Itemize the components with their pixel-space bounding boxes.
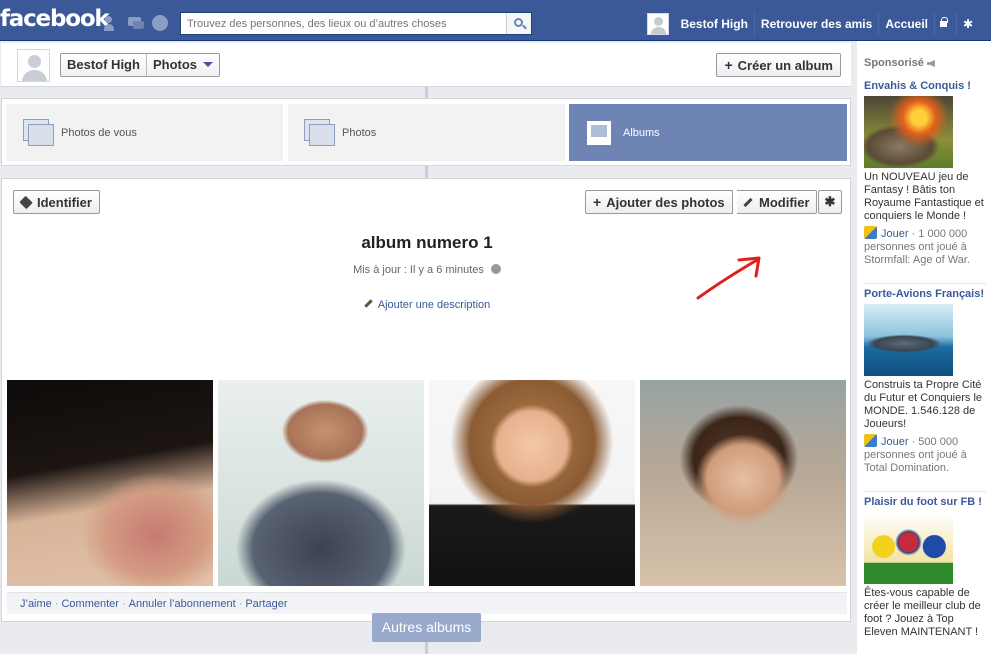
- find-friends-link[interactable]: Retrouver des amis: [755, 12, 880, 36]
- album-photo[interactable]: [218, 380, 424, 586]
- ad-body: Êtes-vous capable de créer le meilleur c…: [864, 587, 981, 638]
- like-link[interactable]: J’aime: [20, 598, 52, 610]
- profile-link[interactable]: Bestof High: [675, 12, 755, 36]
- photos-icon: [304, 118, 335, 147]
- search-button[interactable]: [506, 13, 531, 34]
- ad-title[interactable]: Envahis & Conquis !: [864, 80, 986, 93]
- top-bar: facebook Bestof High Retrouver des amis …: [0, 0, 991, 41]
- tag-photos-button[interactable]: Identifier: [13, 190, 100, 214]
- ad-item[interactable]: Plaisir du foot sur FB ! Êtes-vous capab…: [864, 496, 986, 639]
- main-column: Bestof High Photos + Créer un album Phot…: [0, 41, 852, 654]
- public-audience-icon[interactable]: [490, 264, 501, 274]
- album-icon: [585, 119, 615, 147]
- game-icon: [864, 434, 877, 447]
- photos-header: Bestof High Photos + Créer un album: [1, 43, 851, 87]
- plus-icon: +: [724, 57, 733, 73]
- user-avatar[interactable]: [646, 13, 669, 35]
- ad-body: Un NOUVEAU jeu de Fantasy ! Bâtis ton Ro…: [864, 171, 984, 222]
- home-link[interactable]: Accueil: [879, 12, 935, 36]
- profile-thumbnail[interactable]: [17, 49, 50, 82]
- album-photo[interactable]: [429, 380, 635, 586]
- edit-album-button[interactable]: Modifier: [737, 190, 817, 214]
- album-photo[interactable]: [640, 380, 846, 586]
- ad-title[interactable]: Porte-Avions Français!: [864, 288, 986, 301]
- ad-image[interactable]: [864, 512, 953, 584]
- ad-item[interactable]: Porte-Avions Français! Construis ta Prop…: [864, 288, 986, 475]
- search-box: [180, 12, 532, 35]
- play-link[interactable]: Jouer: [881, 436, 909, 448]
- add-photos-button[interactable]: + Ajouter des photos: [585, 190, 733, 214]
- breadcrumb: Bestof High Photos: [60, 53, 221, 77]
- notifications-icon[interactable]: [152, 15, 168, 31]
- ad-body: Construis ta Propre Cité du Futur et Con…: [864, 379, 983, 430]
- friend-requests-icon[interactable]: [104, 16, 121, 31]
- breadcrumb-section-dropdown[interactable]: Photos: [145, 54, 219, 76]
- gear-icon: ✱: [824, 194, 836, 209]
- timeline-spine: [425, 166, 428, 178]
- top-nav: Bestof High Retrouver des amis Accueil ✱: [646, 12, 979, 36]
- tab-photos-of-you[interactable]: Photos de vous: [7, 104, 283, 161]
- tab-photos[interactable]: Photos: [288, 104, 565, 161]
- sponsored-heading: Sponsorisé: [864, 57, 991, 69]
- album-photo[interactable]: [7, 380, 213, 586]
- photos-icon: [23, 118, 54, 147]
- timeline-spine: [425, 87, 428, 98]
- play-link[interactable]: Jouer: [881, 228, 909, 240]
- album-options-button[interactable]: ✱: [818, 190, 842, 214]
- unfollow-link[interactable]: Annuler l’abonnement: [129, 598, 236, 610]
- album-actions: J’aime · Commenter · Annuler l’abonnement · Pa…: [7, 592, 847, 614]
- ad-social: Jouer · 500 000 personnes ont joué à Tot…: [864, 434, 967, 474]
- ad-image[interactable]: [864, 96, 953, 168]
- annotation-arrow: [696, 256, 761, 300]
- megaphone-icon[interactable]: [926, 60, 935, 67]
- photo-tabs: Photos de vous Photos Albums: [1, 98, 851, 166]
- tag-icon: [19, 195, 33, 209]
- facebook-logo[interactable]: facebook: [0, 6, 110, 32]
- tab-albums[interactable]: Albums: [569, 104, 847, 161]
- breadcrumb-user[interactable]: Bestof High: [61, 54, 146, 76]
- sponsored-sidebar: Sponsorisé Envahis & Conquis ! Un NOUVEA…: [857, 41, 991, 654]
- game-icon: [864, 226, 877, 239]
- ad-image[interactable]: [864, 304, 953, 376]
- ad-divider: [864, 283, 986, 284]
- pencil-icon: [363, 299, 373, 308]
- plus-icon: +: [593, 194, 602, 210]
- chevron-down-icon: [203, 62, 214, 67]
- privacy-shortcuts-icon[interactable]: [935, 12, 957, 36]
- pencil-icon: [743, 197, 753, 207]
- ad-item[interactable]: Envahis & Conquis ! Un NOUVEAU jeu de Fa…: [864, 80, 986, 267]
- notification-jewels: [104, 15, 168, 32]
- messages-icon[interactable]: [128, 16, 145, 31]
- share-link[interactable]: Partager: [245, 598, 287, 610]
- ad-divider: [864, 491, 986, 492]
- other-albums-button[interactable]: Autres albums: [372, 613, 481, 642]
- comment-link[interactable]: Commenter: [61, 598, 118, 610]
- ad-social: Jouer · 1 000 000 personnes ont joué à S…: [864, 226, 970, 266]
- create-album-button[interactable]: + Créer un album: [716, 53, 841, 77]
- settings-gear-icon[interactable]: ✱: [957, 17, 979, 31]
- search-input[interactable]: [181, 13, 503, 34]
- ad-title[interactable]: Plaisir du foot sur FB !: [864, 496, 986, 509]
- album-card: Identifier + Ajouter des photos Modifier…: [1, 178, 851, 622]
